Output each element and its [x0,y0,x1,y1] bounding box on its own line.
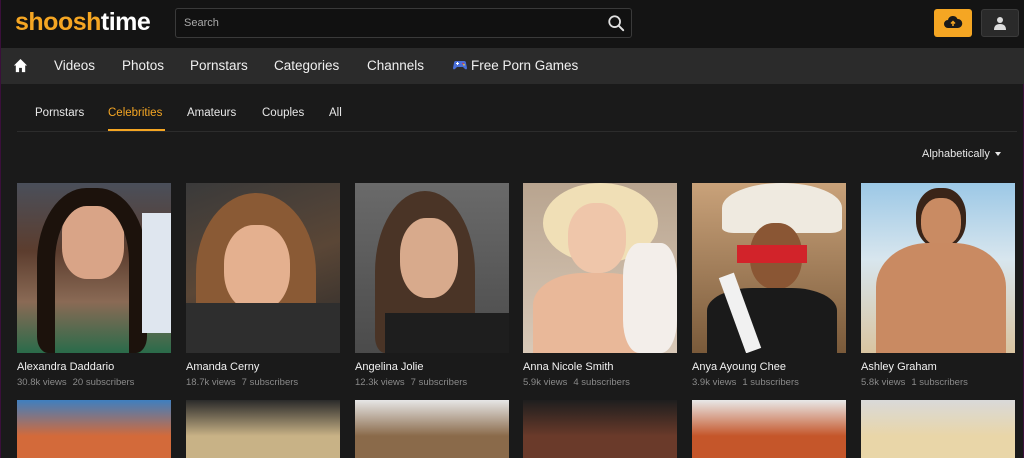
celebrity-name[interactable]: Ashley Graham [861,361,937,373]
celebrity-thumbnail[interactable] [17,400,171,458]
views-count: 18.7k views [186,377,236,388]
celebrity-card[interactable]: Angelina Jolie 12.3k views 7 subscribers [355,183,509,388]
active-tab-indicator [108,129,165,131]
nav-item-channels[interactable]: Channels [367,58,424,73]
celebrity-thumbnail[interactable] [186,400,340,458]
game-controller-icon [453,61,467,70]
views-count: 3.9k views [692,377,737,388]
subnav-celebrities[interactable]: Celebrities [108,107,162,119]
celebrity-stats: 18.7k views 7 subscribers [186,377,298,388]
celebrity-thumbnail[interactable] [17,183,171,353]
upload-button[interactable] [934,9,972,37]
celebrity-thumbnail[interactable] [692,183,846,353]
site-logo[interactable]: shooshtime [15,8,151,37]
chevron-down-icon [994,152,1001,157]
subscribers-count: 7 subscribers [241,377,299,388]
views-count: 12.3k views [355,377,405,388]
celebrity-stats: 5.9k views 4 subscribers [523,377,630,388]
celebrity-name[interactable]: Amanda Cerny [186,361,259,373]
celebrity-stats: 12.3k views 7 subscribers [355,377,467,388]
top-bar: shooshtime [1,0,1024,48]
views-count: 5.8k views [861,377,906,388]
sort-dropdown[interactable]: Alphabetically [922,148,1001,160]
nav-item-pornstars[interactable]: Pornstars [190,58,248,73]
search-box [175,8,632,38]
search-icon[interactable] [607,14,625,32]
celebrity-thumbnail[interactable] [861,183,1015,353]
celebrity-thumbnail[interactable] [355,183,509,353]
nav-item-photos[interactable]: Photos [122,58,164,73]
celebrity-thumbnail[interactable] [355,400,509,458]
subscribers-count: 7 subscribers [410,377,468,388]
celebrity-card[interactable]: Ashley Graham 5.8k views 1 subscribers [861,183,1015,388]
nav-item-categories[interactable]: Categories [274,58,339,73]
subnav-all[interactable]: All [329,107,342,119]
search-input[interactable] [176,9,596,37]
celebrity-thumbnail[interactable] [523,183,677,353]
celebrity-card[interactable]: Alexandra Daddario 30.8k views 20 subscri… [17,183,171,388]
subnav-divider [17,131,1017,132]
subscribers-count: 1 subscribers [742,377,799,388]
user-icon [994,17,1006,30]
celebrity-stats: 5.8k views 1 subscribers [861,377,968,388]
subnav-amateurs[interactable]: Amateurs [187,107,236,119]
celebrity-card[interactable]: Anya Ayoung Chee 3.9k views 1 subscribers [692,183,846,388]
celebrity-thumbnail[interactable] [861,400,1015,458]
subnav-couples[interactable]: Couples [262,107,304,119]
celebrity-name[interactable]: Angelina Jolie [355,361,424,373]
celebrity-name[interactable]: Anna Nicole Smith [523,361,614,373]
main-nav: Videos Photos Pornstars Categories Chann… [1,48,1024,84]
sort-label: Alphabetically [922,148,990,160]
upload-icon [944,15,963,28]
celebrity-stats: 30.8k views 20 subscribers [17,377,134,388]
views-count: 5.9k views [523,377,568,388]
subscribers-count: 4 subscribers [573,377,630,388]
home-icon[interactable] [13,58,28,73]
subscribers-count: 20 subscribers [72,377,135,388]
views-count: 30.8k views [17,377,67,388]
logo-part-1: shoosh [15,8,101,36]
user-button[interactable] [981,9,1019,37]
celebrity-name[interactable]: Anya Ayoung Chee [692,361,786,373]
celebrity-card[interactable]: Amanda Cerny 18.7k views 7 subscribers [186,183,340,388]
celebrity-thumbnail[interactable] [186,183,340,353]
celebrity-name[interactable]: Alexandra Daddario [17,361,114,373]
celebrity-stats: 3.9k views 1 subscribers [692,377,799,388]
subnav-pornstars[interactable]: Pornstars [35,107,84,119]
nav-item-videos[interactable]: Videos [54,58,95,73]
celebrity-thumbnail[interactable] [523,400,677,458]
nav-item-free-porn-games[interactable]: Free Porn Games [471,58,578,73]
subscribers-count: 1 subscribers [911,377,968,388]
logo-part-2: time [100,8,151,36]
celebrity-thumbnail[interactable] [692,400,846,458]
celebrity-card[interactable]: Anna Nicole Smith 5.9k views 4 subscriber… [523,183,677,388]
